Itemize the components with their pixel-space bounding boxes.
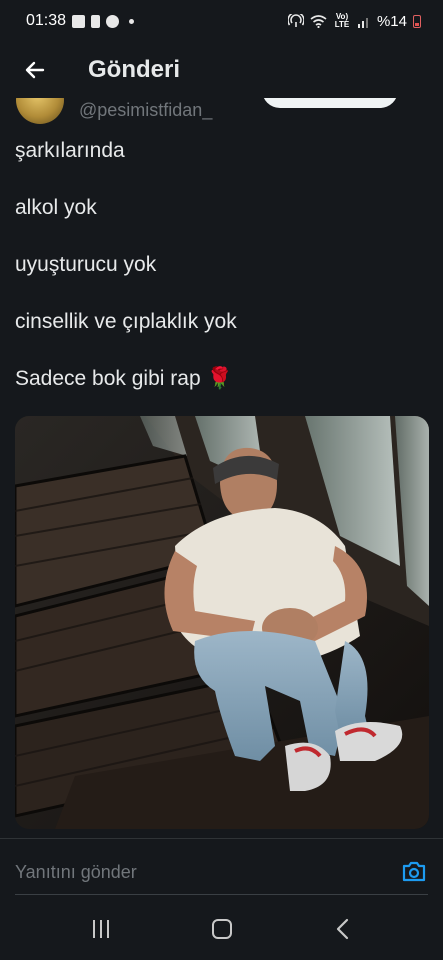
alert-notification-icon (91, 14, 101, 28)
tweet-line: alkol yok (15, 196, 97, 219)
tweet-text: şarkılarında alkol yok uyuşturucu yok ci… (15, 137, 429, 422)
author-row: @pesimistfidan_ (0, 98, 443, 126)
system-nav-bar (0, 898, 443, 960)
avatar[interactable] (16, 98, 64, 124)
tweet-line: Sadece bok gibi rap (15, 367, 201, 390)
battery-percent: %14 (376, 12, 407, 30)
back-icon (336, 918, 348, 940)
author-handle[interactable]: @pesimistfidan_ (79, 100, 212, 121)
system-back-button[interactable] (313, 909, 373, 949)
hotspot-icon (287, 14, 304, 27)
more-notifications-icon (129, 18, 135, 24)
recents-button[interactable] (71, 909, 131, 949)
wifi-icon (310, 14, 327, 28)
signal-icon (357, 17, 368, 28)
home-icon (211, 919, 232, 939)
camera-button[interactable] (401, 859, 427, 883)
reply-divider (15, 894, 428, 895)
battery-icon (413, 14, 421, 28)
status-right: Vo) LTE %14 (287, 12, 421, 30)
photo-illustration (15, 416, 429, 829)
volte-label: Vo) LTE (334, 12, 350, 29)
rose-emoji: 🌹 (206, 367, 233, 390)
page-title: Gönderi (88, 56, 181, 83)
tweet-line: şarkılarında (15, 139, 125, 162)
back-button[interactable] (0, 42, 70, 98)
follow-button[interactable] (262, 98, 398, 108)
tweet-line: uyuşturucu yok (15, 253, 157, 276)
arrow-left-icon (25, 61, 45, 79)
reply-bar: Yanıtını gönder (0, 838, 443, 898)
status-bar: 01:38 Vo) LTE %14 (0, 0, 443, 42)
status-left: 01:38 (26, 12, 135, 30)
youtube-notification-icon (106, 14, 120, 28)
gallery-notification-icon (72, 14, 86, 28)
home-button[interactable] (192, 909, 252, 949)
app-header: Gönderi (0, 42, 443, 98)
tweet-photo[interactable] (15, 416, 429, 829)
recents-icon (92, 920, 109, 938)
tweet-line: cinsellik ve çıplaklık yok (15, 310, 237, 333)
reply-input[interactable]: Yanıtını gönder (15, 862, 137, 883)
camera-icon (402, 861, 426, 882)
clock: 01:38 (26, 12, 67, 29)
tweet-line-last: Sadece bok gibi rap 🌹 (15, 365, 429, 392)
